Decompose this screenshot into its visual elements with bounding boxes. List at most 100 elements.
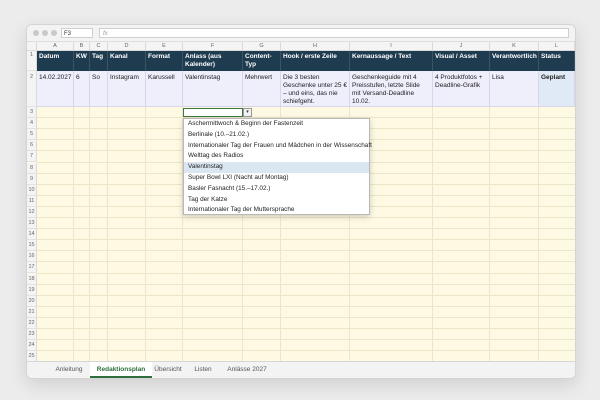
sheet-tab-bar: Anleitung Redaktionsplan Übersicht Listen An… [27,361,575,378]
sheet-tab-5[interactable]: Anlässe 2027 [222,362,272,378]
data-cell-i2[interactable]: Geschenkeguide mit 4 Preisstufen, letzte… [350,71,433,107]
header-cell-e[interactable]: Format [146,51,183,71]
data-cell-g2[interactable]: Mehrwert [243,71,281,107]
row-header-14[interactable]: 14 [27,229,37,241]
dropdown-option[interactable]: Internationaler Tag der Frauen und Mädch… [184,141,372,152]
data-cell-d2[interactable]: Instagram [108,71,146,107]
sheet-tab-4[interactable]: Listen [184,362,222,378]
grid-row-line [37,339,575,341]
row-header-10[interactable]: 10 [27,184,37,196]
grid-row-line [37,261,575,263]
spreadsheet-grid[interactable]: A B C D E F G H I J K L 1 2 3 4 5 6 7 8 9 10 11 12 13 14 15 16 17 18 1… [27,42,575,371]
grid-row-line [37,228,575,230]
grid-row-line [37,250,575,252]
header-cell-c[interactable]: Tag [90,51,108,71]
row-header-1[interactable]: 1 [27,51,37,71]
window-minimize-dot[interactable] [42,30,48,36]
column-header-l[interactable]: L [539,42,575,51]
column-header-g[interactable]: G [243,42,281,51]
dropdown-option[interactable]: Internationaler Tag der Muttersprache [184,205,369,216]
row-header-20[interactable]: 20 [27,295,37,307]
dropdown-option[interactable]: Valentinstag [184,162,369,173]
data-cell-f2[interactable]: Valentinstag [183,71,243,107]
row-header-19[interactable]: 19 [27,284,37,296]
dropdown-option[interactable]: Aschermittwoch & Beginn der Fastenzeit [184,119,369,130]
column-header-e[interactable]: E [146,42,183,51]
column-header-c[interactable]: C [90,42,108,51]
data-cell-a2[interactable]: 14.02.2027 [37,71,74,107]
row-header-8[interactable]: 8 [27,162,37,174]
row-header-24[interactable]: 24 [27,340,37,352]
header-cell-f[interactable]: Anlass (aus Kalender) [183,51,243,71]
sheet-tab-2[interactable]: Redaktionsplan [90,362,152,378]
dropdown-arrow-button[interactable]: ▾ [243,107,252,117]
column-header-i[interactable]: I [350,42,433,51]
fx-icon: fx [103,31,108,37]
header-cell-a[interactable]: Datum [37,51,74,71]
header-cell-h[interactable]: Hook / erste Zeile [281,51,350,71]
dropdown-option[interactable]: Berlinale (10.–21.02.) [184,130,369,141]
row-header-15[interactable]: 15 [27,240,37,252]
row-header-7[interactable]: 7 [27,151,37,163]
column-header-a[interactable]: A [37,42,74,51]
grid-row-line [37,217,575,218]
row-header-4[interactable]: 4 [27,118,37,130]
row-header-9[interactable]: 9 [27,173,37,185]
sheet-tab-1[interactable]: Anleitung [49,362,89,378]
data-cell-k2[interactable]: Lisa [490,71,539,107]
grid-row-line [37,283,575,285]
title-bar: F3 fx [27,25,575,42]
row-header-5[interactable]: 5 [27,129,37,141]
row-header-3[interactable]: 3 [27,107,37,119]
header-cell-j[interactable]: Visual / Asset [433,51,490,71]
grid-row-line [37,294,575,296]
dropdown-option[interactable]: Welttag des Radios [184,151,369,162]
spreadsheet-window: F3 fx A B C D E F G H I J K L 1 2 3 4 5 6 7 8 9 10 11 12 13 14 15 1… [26,24,576,379]
active-cell-f3[interactable] [183,107,243,117]
data-cell-l2[interactable]: Geplant [539,71,575,107]
grid-row-line [37,272,575,274]
header-cell-k[interactable]: Verantwortlich [490,51,539,71]
column-header-f[interactable]: F [183,42,243,51]
row-header-6[interactable]: 6 [27,140,37,152]
column-header-k[interactable]: K [490,42,539,51]
row-header-17[interactable]: 17 [27,262,37,274]
dropdown-option[interactable]: Tag der Katze [184,195,369,206]
header-cell-d[interactable]: Kanal [108,51,146,71]
header-cell-b[interactable]: KW [74,51,90,71]
header-cell-l[interactable]: Status [539,51,575,71]
row-header-12[interactable]: 12 [27,206,37,218]
validation-dropdown-list[interactable]: Aschermittwoch & Beginn der Fastenzeit Be… [183,118,372,216]
data-cell-h2[interactable]: Die 3 besten Geschenke unter 25 € – und … [281,71,350,107]
name-box[interactable]: F3 [61,28,93,38]
column-header-j[interactable]: J [433,42,490,51]
data-cell-b2[interactable]: 6 [74,71,90,107]
column-header-b[interactable]: B [74,42,90,51]
column-header-h[interactable]: H [281,42,350,51]
grid-row-line [37,316,575,318]
row-header-23[interactable]: 23 [27,329,37,341]
column-header-d[interactable]: D [108,42,146,51]
grid-row-line [37,239,575,241]
row-header-11[interactable]: 11 [27,195,37,207]
window-maximize-dot[interactable] [51,30,57,36]
header-cell-g[interactable]: Content-Typ [243,51,281,71]
row-header-16[interactable]: 16 [27,251,37,263]
dropdown-option[interactable]: Super Bowl LXI (Nacht auf Montag) [184,173,369,184]
row-header-22[interactable]: 22 [27,317,37,329]
window-close-dot[interactable] [33,30,39,36]
header-cell-i[interactable]: Kernaussage / Text [350,51,433,71]
row-header-21[interactable]: 21 [27,306,37,318]
select-all-corner[interactable] [27,42,37,51]
data-cell-j2[interactable]: 4 Produktfotos + Deadline-Grafik [433,71,490,107]
formula-bar[interactable]: fx [99,28,569,38]
row-header-13[interactable]: 13 [27,218,37,230]
row-header-2[interactable]: 2 [27,71,37,107]
sheet-tab-3[interactable]: Übersicht [152,362,184,378]
data-cell-c2[interactable]: So [90,71,108,107]
row-header-18[interactable]: 18 [27,273,37,285]
grid-row-line [37,328,575,329]
grid-row-line [37,350,575,352]
dropdown-option[interactable]: Basler Fasnacht (15.–17.02.) [184,184,369,195]
data-cell-e2[interactable]: Karussell [146,71,183,107]
